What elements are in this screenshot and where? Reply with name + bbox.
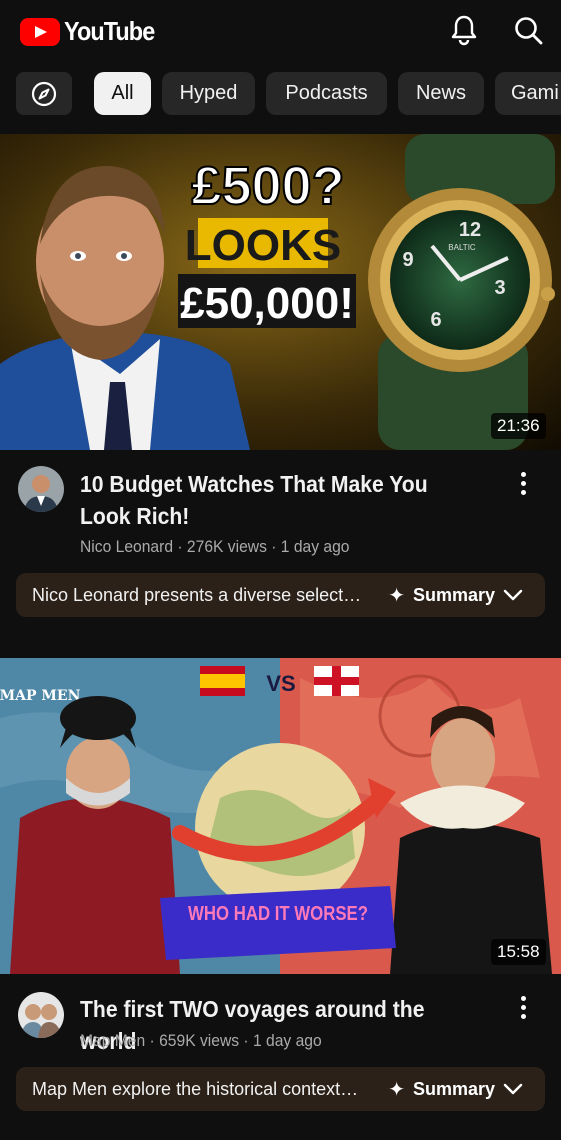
more-options-button[interactable] — [510, 990, 536, 1024]
app-header: YouTube — [0, 0, 561, 64]
svg-text:9: 9 — [402, 249, 413, 271]
svg-text:6: 6 — [430, 309, 441, 331]
thumb-text-vs: VS — [266, 671, 295, 696]
thumb-text-banner: WHO HAD IT WORSE? — [188, 903, 368, 925]
duration-badge: 21:36 — [491, 413, 546, 439]
thumb-text-value: £50,000! — [180, 279, 354, 328]
sparkle-icon: ✦ — [388, 584, 405, 607]
video-thumbnail[interactable]: VS MAP MEN WHO HAD IT WORSE? 15:58 — [0, 658, 561, 974]
video-title[interactable]: 10 Budget Watches That Make You Look Ric… — [80, 468, 457, 532]
chevron-down-icon — [503, 589, 523, 601]
summary-label: Summary — [412, 1078, 495, 1099]
video-thumbnail[interactable]: 12 9 3 6 BALTIC £500? LOOKS £50,000! 21:… — [0, 134, 561, 450]
compass-icon — [31, 81, 57, 106]
video-meta: Map Men · 659K views · 1 day ago — [80, 1031, 322, 1050]
ai-summary-bar[interactable]: Nico Leonard presents a diverse select… … — [16, 573, 545, 617]
more-options-button[interactable] — [510, 466, 536, 500]
svg-text:3: 3 — [494, 277, 505, 299]
channel-avatar[interactable] — [18, 992, 64, 1038]
summary-button[interactable]: ✦ Summary — [388, 573, 523, 617]
channel-avatar[interactable] — [18, 466, 64, 512]
filter-chip-bar: All Hyped Podcasts News Gami — [0, 72, 561, 116]
youtube-logo[interactable]: YouTube — [20, 16, 164, 47]
svg-text:12: 12 — [459, 219, 481, 241]
thumbnail-image: VS MAP MEN WHO HAD IT WORSE? — [0, 658, 561, 974]
avatar-image — [18, 992, 64, 1038]
watch-brand: BALTIC — [448, 243, 476, 252]
notifications-icon[interactable] — [446, 12, 482, 48]
summary-label: Summary — [412, 584, 495, 605]
chip-gaming[interactable]: Gami — [495, 72, 561, 115]
summary-button[interactable]: ✦ Summary — [388, 1067, 523, 1111]
chip-hyped[interactable]: Hyped — [162, 72, 255, 115]
thumb-text-logo: MAP MEN — [0, 688, 81, 704]
thumbnail-image: 12 9 3 6 BALTIC £500? LOOKS £50,000! — [0, 134, 561, 450]
chip-podcasts[interactable]: Podcasts — [266, 72, 387, 115]
chip-news[interactable]: News — [398, 72, 484, 115]
summary-text: Map Men explore the historical context… — [32, 1078, 359, 1099]
thumb-text-price: £500? — [191, 156, 344, 216]
chevron-down-icon — [503, 1083, 523, 1095]
chip-all[interactable]: All — [94, 72, 151, 115]
thumb-text-looks: LOOKS — [185, 221, 341, 270]
ai-summary-bar[interactable]: Map Men explore the historical context… … — [16, 1067, 545, 1111]
avatar-image — [18, 466, 64, 512]
explore-button[interactable] — [16, 72, 72, 115]
logo-text: YouTube — [64, 16, 155, 46]
sparkle-icon: ✦ — [388, 1078, 405, 1101]
search-icon[interactable] — [510, 12, 546, 48]
video-meta: Nico Leonard · 276K views · 1 day ago — [80, 537, 350, 556]
youtube-play-icon — [20, 17, 60, 46]
duration-badge: 15:58 — [491, 939, 546, 965]
summary-text: Nico Leonard presents a diverse select… — [32, 584, 362, 605]
